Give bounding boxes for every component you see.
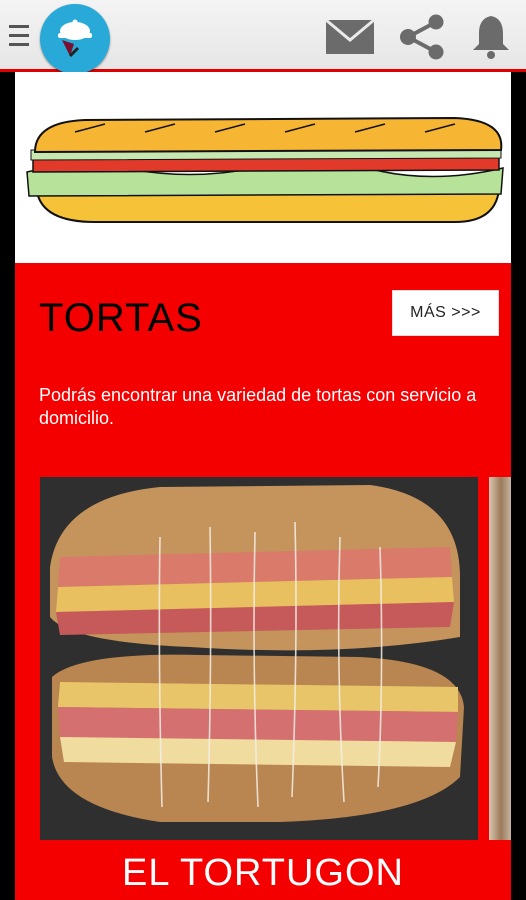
more-button[interactable]: MÁS >>> <box>392 290 499 336</box>
app-logo[interactable] <box>40 4 110 74</box>
bell-icon[interactable] <box>470 14 512 60</box>
mail-icon[interactable] <box>324 14 376 60</box>
section-title: TORTAS <box>39 296 203 340</box>
app-bar <box>0 0 526 74</box>
section-description: Podrás encontrar una variedad de tortas … <box>39 385 477 428</box>
menu-icon[interactable] <box>9 25 29 47</box>
share-icon[interactable] <box>398 14 446 60</box>
sandwich-banner-image <box>15 72 511 263</box>
content-panel: TORTAS MÁS >>> Podrás encontrar una vari… <box>15 72 511 900</box>
next-card-preview[interactable] <box>489 477 511 840</box>
torta-photo[interactable] <box>40 477 478 840</box>
card-title: EL TORTUGON <box>122 852 404 894</box>
